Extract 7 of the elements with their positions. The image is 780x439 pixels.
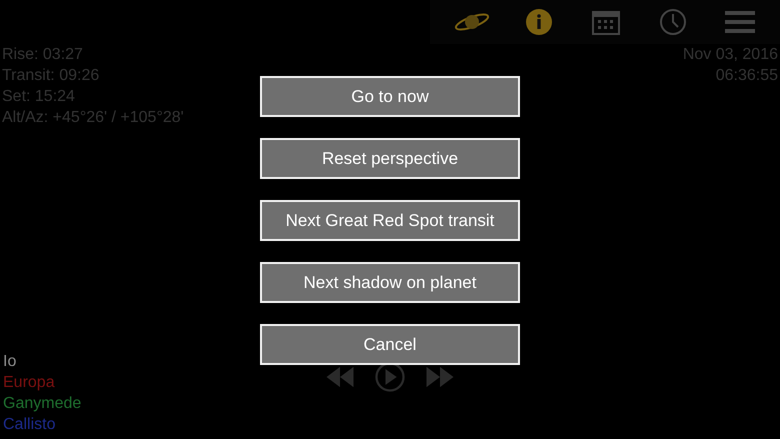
menu-option-button[interactable]: Next shadow on planet — [260, 262, 520, 303]
menu-option-button[interactable]: Reset perspective — [260, 138, 520, 179]
menu-option-button[interactable]: Cancel — [260, 324, 520, 365]
menu-option-button[interactable]: Next Great Red Spot transit — [260, 200, 520, 241]
moon-label[interactable]: Ganymede — [3, 393, 82, 414]
menu-option-button[interactable]: Go to now — [260, 76, 520, 117]
moon-label[interactable]: Io — [3, 351, 16, 372]
